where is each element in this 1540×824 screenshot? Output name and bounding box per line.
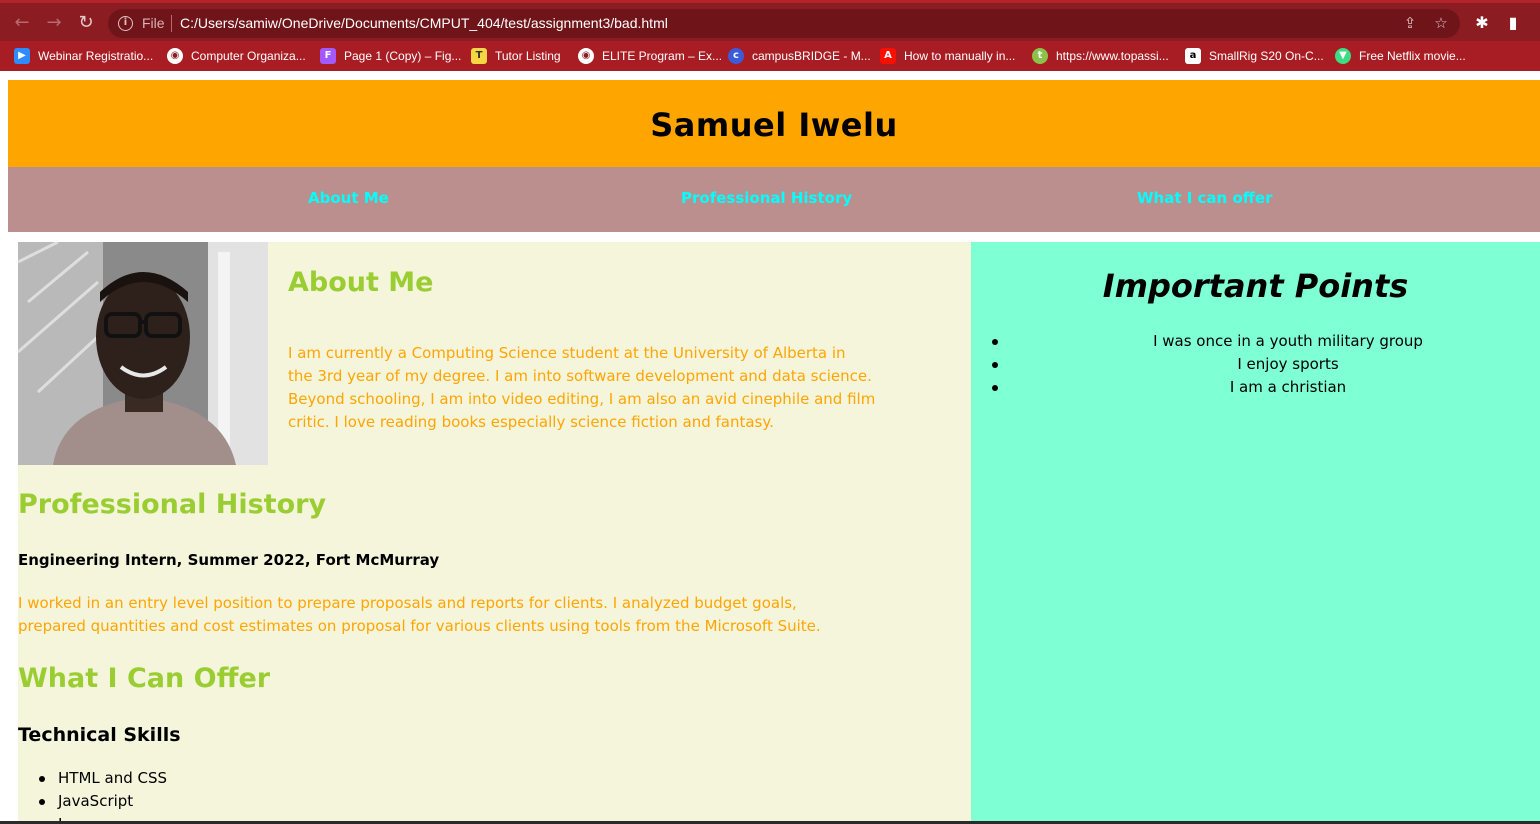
history-paragraph: I worked in an entry level position to p…	[18, 592, 948, 638]
list-item: HTML and CSS	[38, 767, 167, 790]
history-line: I worked in an entry level position to p…	[18, 594, 797, 612]
skills-list: HTML and CSS JavaScript J	[38, 767, 167, 824]
nav-link-about[interactable]: About Me	[308, 189, 389, 207]
amazon-icon: a	[1185, 48, 1201, 64]
url-separator	[171, 15, 172, 32]
history-heading: Professional History	[18, 489, 327, 520]
bookmark-item[interactable]: A How to manually in...	[880, 47, 1015, 65]
bookmark-item[interactable]: ▶ Webinar Registratio...	[14, 47, 153, 65]
campusbridge-icon: c	[728, 48, 744, 64]
back-arrow-icon[interactable]: ←	[10, 11, 34, 35]
about-line: the 3rd year of my degree. I am into sof…	[288, 367, 872, 385]
about-paragraph: I am currently a Computing Science stude…	[288, 342, 908, 434]
browser-toolbar: ← → ↻ i File C:/Users/samiw/OneDrive/Doc…	[0, 0, 1540, 41]
globe-icon: ◉	[578, 48, 594, 64]
bookmark-item[interactable]: ◉ ELITE Program – Ex...	[578, 47, 722, 65]
bookmark-label: Free Netflix movie...	[1359, 49, 1466, 63]
tutor-icon: T	[471, 48, 487, 64]
bookmark-label: Computer Organiza...	[191, 49, 306, 63]
zoom-icon: ▶	[14, 48, 30, 64]
page-header: Samuel Iwelu	[8, 80, 1540, 167]
nav-link-history[interactable]: Professional History	[681, 189, 852, 207]
list-item: I am a christian	[992, 376, 1540, 399]
bookmark-label: Page 1 (Copy) – Fig...	[344, 49, 462, 63]
url-text[interactable]: C:/Users/samiw/OneDrive/Documents/CMPUT_…	[180, 15, 668, 31]
list-item: JavaScript	[38, 790, 167, 813]
bookmark-label: ELITE Program – Ex...	[602, 49, 723, 63]
bookmark-item[interactable]: T Tutor Listing	[471, 47, 561, 65]
file-scheme-label: File	[142, 15, 165, 31]
figma-icon: F	[320, 48, 336, 64]
topassist-icon: t	[1032, 48, 1048, 64]
list-item: I was once in a youth military group	[992, 330, 1540, 353]
globe-icon: ◉	[167, 48, 183, 64]
bookmark-label: Tutor Listing	[495, 49, 561, 63]
adobe-icon: A	[880, 48, 896, 64]
bookmark-item[interactable]: ▼ Free Netflix movie...	[1335, 47, 1466, 65]
skills-heading: Technical Skills	[18, 724, 181, 746]
page-nav: About Me Professional History What I can…	[8, 167, 1540, 232]
sidebar-title: Important Points	[1102, 267, 1409, 305]
bookmark-star-icon[interactable]: ☆	[1431, 13, 1451, 33]
list-item: I enjoy sports	[992, 353, 1540, 376]
bookmark-label: campusBRIDGE - M...	[752, 49, 871, 63]
bookmark-label: SmallRig S20 On-C...	[1209, 49, 1324, 63]
bookmark-item[interactable]: a SmallRig S20 On-C...	[1185, 47, 1324, 65]
main-content: About Me I am currently a Computing Scie…	[18, 242, 971, 824]
address-bar[interactable]: i File C:/Users/samiw/OneDrive/Documents…	[108, 9, 1460, 38]
share-icon[interactable]: ⇪	[1400, 13, 1420, 33]
history-line: prepared quantities and cost estimates o…	[18, 617, 821, 635]
info-icon[interactable]: i	[118, 16, 133, 31]
reload-icon[interactable]: ↻	[74, 11, 98, 35]
forward-arrow-icon[interactable]: →	[42, 11, 66, 35]
side-panel-icon[interactable]: ▮	[1502, 12, 1524, 34]
nav-link-offer[interactable]: What I can offer	[1137, 189, 1272, 207]
bookmark-item[interactable]: F Page 1 (Copy) – Fig...	[320, 47, 461, 65]
profile-photo	[18, 242, 268, 465]
about-line: critic. I love reading books especially …	[288, 413, 774, 431]
about-line: Beyond schooling, I am into video editin…	[288, 390, 876, 408]
job-title: Engineering Intern, Summer 2022, Fort Mc…	[18, 551, 440, 569]
about-heading: About Me	[288, 267, 434, 298]
about-line: I am currently a Computing Science stude…	[288, 344, 846, 362]
bookmark-label: Webinar Registratio...	[38, 49, 154, 63]
offer-heading: What I Can Offer	[18, 663, 271, 694]
bookmark-label: How to manually in...	[904, 49, 1016, 63]
netflix-icon: ▼	[1335, 48, 1351, 64]
bookmarks-bar: ▶ Webinar Registratio... ◉ Computer Orga…	[0, 41, 1540, 71]
page-title: Samuel Iwelu	[650, 106, 898, 144]
bookmark-item[interactable]: t https://www.topassi...	[1032, 47, 1169, 65]
web-page: Samuel Iwelu About Me Professional Histo…	[0, 71, 1540, 824]
bookmark-label: https://www.topassi...	[1056, 49, 1169, 63]
bookmark-item[interactable]: c campusBRIDGE - M...	[728, 47, 871, 65]
important-points-list: I was once in a youth military group I e…	[992, 330, 1540, 399]
bookmark-item[interactable]: ◉ Computer Organiza...	[167, 47, 306, 65]
extensions-puzzle-icon[interactable]: ✱	[1471, 12, 1493, 34]
sidebar: Important Points I was once in a youth m…	[971, 242, 1540, 824]
